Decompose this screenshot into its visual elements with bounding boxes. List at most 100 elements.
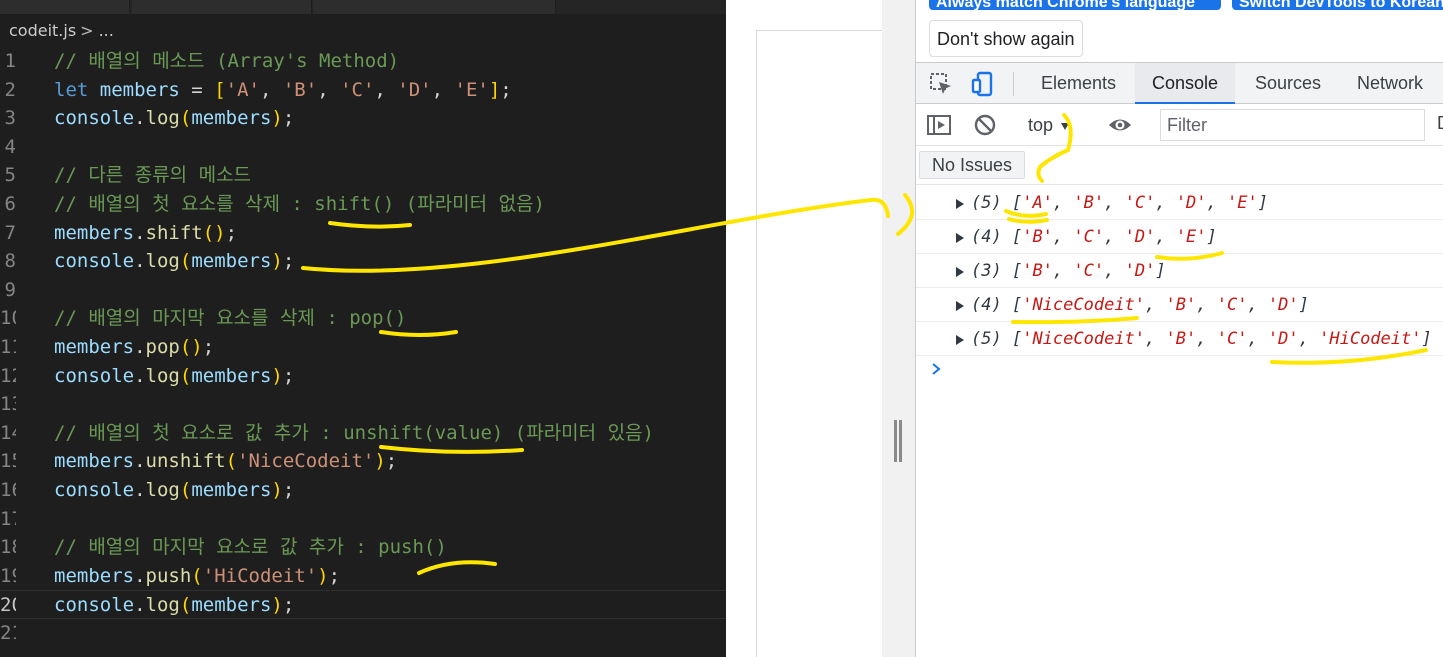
code-line[interactable]: 7 members.shift();: [0, 219, 726, 248]
code-text[interactable]: // 배열의 첫 요소로 값 추가 : unshift(value) (파라미터…: [54, 419, 654, 448]
code-line[interactable]: 13: [0, 390, 726, 419]
array-length: (4): [971, 227, 1002, 247]
console-array-preview: (4) ['B', 'C', 'D', 'E']: [971, 227, 1217, 247]
tab-elements[interactable]: Elements: [1041, 63, 1116, 104]
code-line[interactable]: 1 // 배열의 메소드 (Array's Method): [0, 47, 726, 76]
console-prompt-icon[interactable]: [930, 357, 944, 381]
code-line[interactable]: 3 console.log(members);: [0, 104, 726, 133]
code-line[interactable]: 10 // 배열의 마지막 요소를 삭제 : pop(): [0, 304, 726, 333]
code-token: .: [134, 450, 146, 473]
code-text[interactable]: console.log(members);: [54, 104, 294, 133]
page-viewport[interactable]: [726, 0, 915, 657]
code-line[interactable]: 19 members.push('HiCodeit');: [0, 562, 726, 591]
code-text[interactable]: members.pop();: [54, 333, 214, 362]
console-message[interactable]: (5) ['NiceCodeit', 'B', 'C', 'D', 'HiCod…: [916, 322, 1443, 356]
levels-dropdown[interactable]: D: [1437, 113, 1443, 134]
switch-language-button[interactable]: Switch DevTools to Korean: [1232, 0, 1443, 10]
breadcrumb-file[interactable]: codeit.js: [9, 21, 76, 40]
clear-console-icon[interactable]: [972, 112, 998, 138]
code-line[interactable]: 12 console.log(members);: [0, 362, 726, 391]
expand-triangle-icon[interactable]: [956, 233, 964, 243]
code-token: .: [134, 221, 146, 244]
code-token: .: [134, 479, 146, 501]
console-message[interactable]: (4) ['NiceCodeit', 'B', 'C', 'D']: [916, 288, 1443, 322]
line-number: 12: [0, 364, 16, 387]
eye-icon[interactable]: [1107, 112, 1133, 138]
breadcrumb-more[interactable]: ...: [99, 21, 114, 40]
expand-triangle-icon[interactable]: [956, 199, 964, 209]
array-item: 'D': [1267, 295, 1299, 315]
filter-input[interactable]: [1160, 109, 1425, 141]
code-text[interactable]: // 배열의 첫 요소를 삭제 : shift() (파라미터 없음): [54, 190, 545, 219]
array-item: 'E': [1227, 193, 1258, 213]
code-token: unshift: [145, 450, 226, 473]
code-text[interactable]: members.shift();: [54, 219, 237, 248]
code-token: pop: [145, 336, 180, 358]
code-token: .: [134, 336, 146, 358]
inspect-element-icon[interactable]: [928, 71, 954, 97]
caret-down-icon: [1061, 122, 1070, 130]
code-token: 'C': [340, 78, 375, 101]
console-message[interactable]: (5) ['A', 'B', 'C', 'D', 'E']: [916, 186, 1443, 220]
code-line[interactable]: 17: [0, 505, 726, 534]
code-editor[interactable]: codeit.js >... 1 // 배열의 메소드 (Array's Metho…: [0, 0, 726, 657]
code-line[interactable]: 4: [0, 133, 726, 162]
no-issues-button[interactable]: No Issues: [919, 151, 1026, 179]
code-token: .: [134, 594, 146, 617]
code-line[interactable]: 8 console.log(members);: [0, 247, 726, 276]
console-message[interactable]: (3) ['B', 'C', 'D']: [916, 254, 1443, 288]
code-line[interactable]: 16 console.log(members);: [0, 476, 726, 505]
code-line[interactable]: 15 members.unshift('NiceCodeit');: [0, 447, 726, 476]
code-line[interactable]: 5 // 다른 종류의 메소드: [0, 161, 726, 190]
page-content[interactable]: [756, 30, 886, 657]
line-number: 2: [4, 78, 16, 101]
code-token: ;: [500, 78, 512, 101]
editor-tab[interactable]: [132, 0, 312, 14]
line-number: 11: [0, 336, 16, 358]
array-item: 'B': [1073, 193, 1105, 213]
line-number: 13: [0, 393, 16, 416]
code-token: ): [271, 364, 283, 387]
code-text[interactable]: console.log(members);: [54, 476, 294, 505]
code-line[interactable]: 21: [0, 619, 726, 648]
device-toolbar-icon[interactable]: [970, 71, 996, 97]
code-text[interactable]: console.log(members);: [54, 362, 294, 391]
editor-tab[interactable]: [0, 0, 130, 14]
code-text[interactable]: members.push('HiCodeit');: [54, 562, 340, 591]
code-token: ;: [225, 221, 238, 244]
breadcrumb[interactable]: codeit.js >...: [9, 20, 114, 42]
code-text[interactable]: console.log(members);: [54, 247, 294, 276]
code-line[interactable]: 18 // 배열의 마지막 요소로 값 추가 : push(): [0, 533, 726, 562]
tab-sources[interactable]: Sources: [1255, 63, 1321, 104]
line-number: 20: [0, 594, 16, 617]
tab-network[interactable]: Network: [1357, 63, 1423, 104]
code-text[interactable]: members.unshift('NiceCodeit');: [54, 447, 397, 476]
code-text[interactable]: let members = ['A', 'B', 'C', 'D', 'E'];: [54, 76, 512, 105]
sidebar-toggle-icon[interactable]: [926, 112, 952, 138]
tab-console[interactable]: Console: [1135, 63, 1236, 104]
expand-triangle-icon[interactable]: [956, 267, 964, 277]
code-text[interactable]: // 배열의 마지막 요소를 삭제 : pop(): [54, 304, 406, 333]
code-line[interactable]: 6 // 배열의 첫 요소를 삭제 : shift() (파라미터 없음): [0, 190, 726, 219]
code-line[interactable]: 2 let members = ['A', 'B', 'C', 'D', 'E']…: [0, 76, 726, 105]
array-item: 'HiCodeit': [1319, 329, 1422, 349]
code-line[interactable]: 20 console.log(members);: [0, 590, 726, 619]
toolbar-divider: [1013, 72, 1014, 96]
editor-tab[interactable]: [313, 0, 556, 14]
code-text[interactable]: console.log(members);: [54, 591, 294, 620]
code-line[interactable]: 14 // 배열의 첫 요소로 값 추가 : unshift(value) (파라…: [0, 419, 726, 448]
code-text[interactable]: // 배열의 마지막 요소로 값 추가 : push(): [54, 533, 447, 562]
code-token: (): [202, 221, 226, 244]
expand-triangle-icon[interactable]: [956, 335, 964, 345]
match-language-button[interactable]: Always match Chrome's language: [929, 0, 1221, 10]
context-selector[interactable]: top: [1028, 113, 1070, 137]
console-message[interactable]: (4) ['B', 'C', 'D', 'E']: [916, 220, 1443, 254]
code-text[interactable]: // 다른 종류의 메소드: [54, 161, 251, 190]
expand-triangle-icon[interactable]: [956, 301, 964, 311]
devtools-panel: Always match Chrome's language Switch De…: [915, 0, 1443, 657]
code-line[interactable]: 11 members.pop();: [0, 333, 726, 362]
resize-handle[interactable]: [894, 420, 903, 462]
code-text[interactable]: // 배열의 메소드 (Array's Method): [54, 47, 399, 76]
code-line[interactable]: 9: [0, 276, 726, 305]
dont-show-again-button[interactable]: Don't show again: [929, 20, 1083, 57]
